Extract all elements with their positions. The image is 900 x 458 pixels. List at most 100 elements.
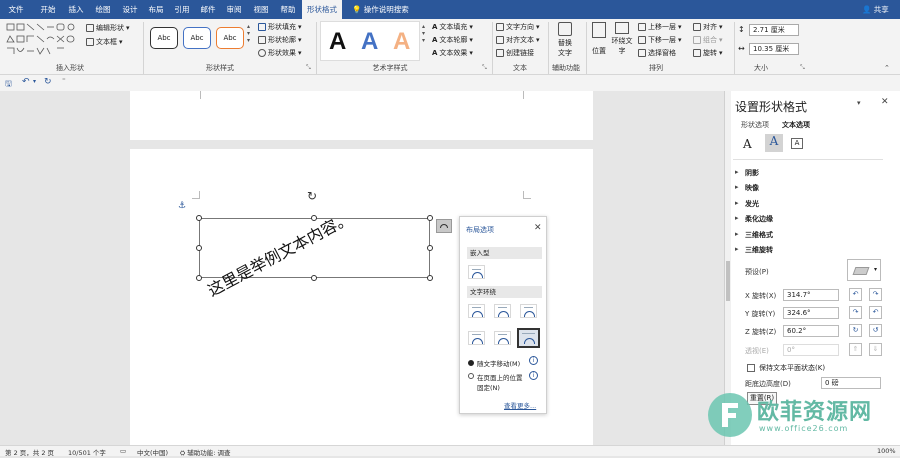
resize-handle-sw[interactable]: [196, 275, 202, 281]
section-3d-format[interactable]: 三维格式: [735, 230, 773, 240]
perspective-up-icon[interactable]: ⇑: [849, 343, 862, 356]
rotate-down-icon[interactable]: ↶: [869, 306, 882, 319]
info-icon[interactable]: i: [529, 371, 538, 380]
resize-handle-s[interactable]: [311, 275, 317, 281]
wrap-inline-icon[interactable]: [468, 265, 485, 279]
section-glow[interactable]: 发光: [735, 199, 759, 209]
tab-3[interactable]: 绘图: [89, 0, 117, 19]
styles-scroll-icon[interactable]: ▴ ▾ ▾: [247, 23, 250, 44]
bring-forward-button[interactable]: 上移一层 ▾: [638, 22, 682, 32]
textbox-icon[interactable]: A: [791, 138, 803, 149]
close-icon[interactable]: ✕: [534, 223, 542, 233]
rotate-ccw-icon[interactable]: ↺: [869, 324, 882, 337]
wrap-through-icon[interactable]: [520, 304, 537, 318]
wordart-scroll-icon[interactable]: ▴ ▾ ▾: [422, 23, 425, 44]
shape-effects-button[interactable]: 形状效果 ▾: [258, 48, 302, 58]
save-icon[interactable]: 🖫: [5, 78, 12, 92]
scrollbar-thumb[interactable]: [726, 261, 730, 301]
wrap-in-front-icon[interactable]: [517, 328, 540, 348]
resize-handle-n[interactable]: [311, 215, 317, 221]
tab-8[interactable]: 审阅: [220, 0, 248, 19]
shape-style-2[interactable]: Abc: [183, 27, 211, 49]
resize-handle-nw[interactable]: [196, 215, 202, 221]
tab-6[interactable]: 引用: [168, 0, 196, 19]
collapse-ribbon-icon[interactable]: ⌃: [884, 64, 890, 72]
alt-text-button[interactable]: 替换 文字: [553, 22, 577, 58]
resize-handle-se[interactable]: [427, 275, 433, 281]
tab-10[interactable]: 帮助: [274, 0, 302, 19]
text-effects-button[interactable]: A 文本效果 ▾: [432, 48, 473, 58]
reset-button[interactable]: 重置(R): [747, 392, 777, 405]
share-button[interactable]: 👤 共享: [862, 0, 889, 19]
distance-input[interactable]: 0 磅: [821, 377, 881, 389]
tab-1[interactable]: 开始: [34, 0, 62, 19]
radio-unselected[interactable]: [468, 373, 474, 379]
send-backward-button[interactable]: 下移一层 ▾: [638, 35, 682, 45]
info-icon[interactable]: i: [529, 356, 538, 365]
move-with-text-option[interactable]: 随文字移动(M): [468, 358, 520, 368]
dialog-launcher-icon[interactable]: ⤡: [306, 64, 311, 72]
resize-handle-e[interactable]: [427, 245, 433, 251]
proofing-icon[interactable]: ▭: [120, 447, 126, 455]
tab-11[interactable]: 形状格式: [302, 0, 342, 19]
tab-5[interactable]: 布局: [142, 0, 170, 19]
selection-pane-button[interactable]: 选择窗格: [638, 48, 676, 58]
tab-2[interactable]: 插入: [62, 0, 90, 19]
see-more-link[interactable]: 查看更多...: [504, 400, 536, 410]
wrap-square-icon[interactable]: [468, 304, 485, 318]
z-rotation-input[interactable]: 60.2°: [783, 325, 839, 337]
shape-outline-button[interactable]: 形状轮廓 ▾: [258, 35, 302, 45]
rotate-cw-icon[interactable]: ↻: [849, 324, 862, 337]
section-reflection[interactable]: 映像: [735, 183, 759, 193]
tell-me-search[interactable]: 💡 操作说明搜索: [352, 0, 409, 19]
undo-icon[interactable]: ↶: [22, 77, 30, 87]
shape-style-1[interactable]: Abc: [150, 27, 178, 49]
close-icon[interactable]: ✕: [881, 97, 889, 107]
rotate-up-icon[interactable]: ↷: [849, 306, 862, 319]
zoom-level[interactable]: 100%: [877, 447, 896, 455]
fix-position-option[interactable]: 在页面上的位置 固定(N): [468, 372, 523, 392]
align-button[interactable]: 对齐 ▾: [693, 22, 723, 32]
wrap-text-button[interactable]: 环绕文 字: [610, 22, 634, 56]
wrap-top-bottom-icon[interactable]: [468, 331, 485, 345]
height-input[interactable]: 2.71 厘米: [749, 24, 799, 36]
rotate-handle-icon[interactable]: ↻: [307, 189, 317, 203]
wordart-gallery[interactable]: A A A: [320, 21, 420, 61]
text-box-button[interactable]: 文本框 ▾: [86, 37, 123, 47]
tab-4[interactable]: 设计: [116, 0, 144, 19]
position-button[interactable]: 位置: [590, 22, 608, 56]
edit-shape-button[interactable]: 编辑形状 ▾: [86, 23, 130, 33]
create-link-button[interactable]: 创建链接: [496, 48, 534, 58]
shapes-gallery[interactable]: [6, 23, 82, 55]
section-3d-rotation[interactable]: 三维旋转: [735, 245, 773, 255]
group-button[interactable]: 组合 ▾: [693, 35, 723, 45]
wordart-style-2[interactable]: A: [361, 28, 378, 56]
text-effects-icon[interactable]: A: [765, 134, 783, 152]
shape-fill-button[interactable]: 形状填充 ▾: [258, 22, 302, 32]
tab-text-options[interactable]: 文本选项: [782, 120, 810, 130]
anchor-icon[interactable]: ⚓: [178, 201, 186, 211]
pane-scrollbar[interactable]: [725, 91, 731, 445]
wordart-style-1[interactable]: A: [329, 28, 346, 56]
dialog-launcher-icon[interactable]: ⤡: [482, 64, 487, 72]
section-soft-edges[interactable]: 柔化边缘: [735, 214, 773, 224]
text-fill-button[interactable]: A 文本填充 ▾: [432, 22, 473, 32]
text-outline-button[interactable]: A 文本轮廓 ▾: [432, 35, 473, 45]
undo-dropdown-icon[interactable]: ▾: [33, 78, 36, 85]
rotate-left-icon[interactable]: ↶: [849, 288, 862, 301]
width-input[interactable]: 10.35 厘米: [749, 43, 799, 55]
rotate-right-icon[interactable]: ↷: [869, 288, 882, 301]
dialog-launcher-icon[interactable]: ⤡: [800, 64, 805, 72]
text-direction-button[interactable]: 文字方向 ▾: [496, 22, 540, 32]
section-shadow[interactable]: 阴影: [735, 168, 759, 178]
perspective-down-icon[interactable]: ⇓: [869, 343, 882, 356]
align-text-button[interactable]: 对齐文本 ▾: [496, 35, 540, 45]
x-rotation-input[interactable]: 314.7°: [783, 289, 839, 301]
keep-flat-checkbox[interactable]: 保持文本平面状态(K): [747, 363, 825, 373]
checkbox-box[interactable]: [747, 364, 755, 372]
pane-options-icon[interactable]: ▾: [857, 99, 861, 107]
radio-selected[interactable]: [468, 360, 474, 366]
y-rotation-input[interactable]: 324.6°: [783, 307, 839, 319]
wrap-tight-icon[interactable]: [494, 304, 511, 318]
redo-icon[interactable]: ↻: [44, 77, 52, 87]
